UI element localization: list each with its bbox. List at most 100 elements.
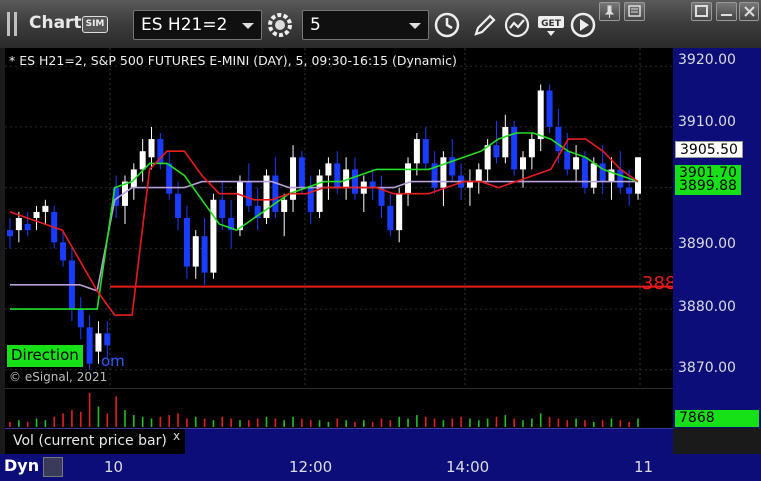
candle-body [166,163,173,194]
volume-bar [531,418,533,427]
volume-bar [194,416,197,427]
clock-icon[interactable] [432,10,462,40]
volume-bar [336,418,339,427]
volume-bar [168,415,171,427]
pin-icon[interactable] [599,2,620,21]
volume-bar [301,418,303,427]
direction-tail-text: om [101,352,125,370]
candle-body [555,126,562,152]
candle-body [325,163,332,176]
volume-bar [133,415,135,427]
pencil-icon[interactable] [469,10,499,40]
price-tick: 3920.00 [678,52,736,68]
chart-header: * ES H21=2, S&P 500 FUTURES E-MINI (DAY)… [9,53,457,68]
volume-bar [239,420,241,427]
dynamic-label: Dyn [4,456,40,475]
candle-body [617,169,624,188]
price-tick: 3910.00 [678,114,736,130]
price-chart-pane[interactable]: * ES H21=2, S&P 500 FUTURES E-MINI (DAY)… [5,48,676,388]
volume-bar [460,416,462,427]
play-icon[interactable] [568,10,598,40]
volume-bar [619,420,622,427]
candle-body [405,163,412,194]
volume-bar [601,420,604,427]
volume-footer: Vol (current price bar) x [5,428,673,455]
volume-bar [248,420,250,427]
maximize-icon[interactable] [691,2,712,21]
candle-body [635,157,641,194]
candle-body [466,181,473,188]
close-icon[interactable] [739,2,759,21]
candle-body [413,139,420,164]
interval-value: 5 [310,15,321,35]
study-icon[interactable] [502,10,532,40]
candle-body [298,157,305,188]
volume-bar [186,418,188,427]
candle-body [15,218,22,231]
candle-body [528,139,535,158]
chevron-down-icon[interactable] [242,23,254,29]
drag-grip-icon[interactable] [7,12,17,36]
candle-body [139,151,146,170]
candle-body [175,193,182,218]
candle-body [440,157,447,188]
volume-bar [592,421,595,427]
direction-badge: Direction [7,345,83,367]
volume-bar [522,420,524,427]
volume-bar [354,421,356,427]
chevron-down-icon[interactable] [409,23,421,29]
ma-price-tag: 3899.88 [675,178,741,195]
price-tick: 3880.00 [678,299,736,315]
symbol-combo[interactable]: ES H21=2 [133,10,262,40]
volume-bar [203,418,206,427]
restore-icon[interactable] [624,2,645,21]
volume-bar [62,413,64,427]
candle-body [546,90,553,127]
window-title: Chart [29,13,82,33]
ma-green-line [10,132,639,310]
volume-pane[interactable] [5,388,673,428]
candle-body [33,211,40,218]
volume-bar [442,420,445,427]
candle-body [573,157,580,170]
candle-body [86,327,93,364]
candle-body [581,157,588,188]
volume-bar [274,418,277,427]
volume-bar [124,410,126,427]
volume-bar [469,418,471,427]
candle-body [387,205,394,231]
volume-bar [115,396,117,427]
minimize-icon[interactable] [716,2,737,21]
volume-chart[interactable] [5,389,673,429]
time-axis[interactable]: Dyn 10 12:00 14:00 11 [0,454,761,481]
candle-body [590,163,597,188]
volume-bar [26,421,29,427]
volume-bar [230,418,232,427]
interval-combo[interactable]: 5 [302,10,429,40]
volume-bar [18,420,20,427]
settings-gear-icon[interactable] [265,10,295,40]
candle-body [502,126,509,158]
candle-body [369,181,376,188]
price-axis[interactable]: 3920.00 3910.00 3890.00 3880.00 3870.00 … [673,48,761,428]
candle-body [60,242,67,261]
volume-bar [35,418,38,427]
candle-body [104,333,111,346]
price-tick: 3870.00 [678,360,736,376]
volume-bar [88,393,91,427]
volume-bar [504,415,507,427]
volume-bar [44,420,47,427]
volume-bar [141,416,144,427]
candle-body [236,181,243,231]
volume-bar [363,420,365,427]
lock-icon[interactable] [43,457,63,477]
get-icon[interactable]: GET [536,10,566,40]
candle-body [396,193,403,231]
volume-bar [416,415,418,427]
price-chart[interactable] [5,48,673,388]
close-icon[interactable]: x [173,429,180,443]
volume-bar [106,413,109,427]
candle-body [245,181,252,206]
time-tick: 11 [634,458,654,476]
candle-body [24,224,31,231]
